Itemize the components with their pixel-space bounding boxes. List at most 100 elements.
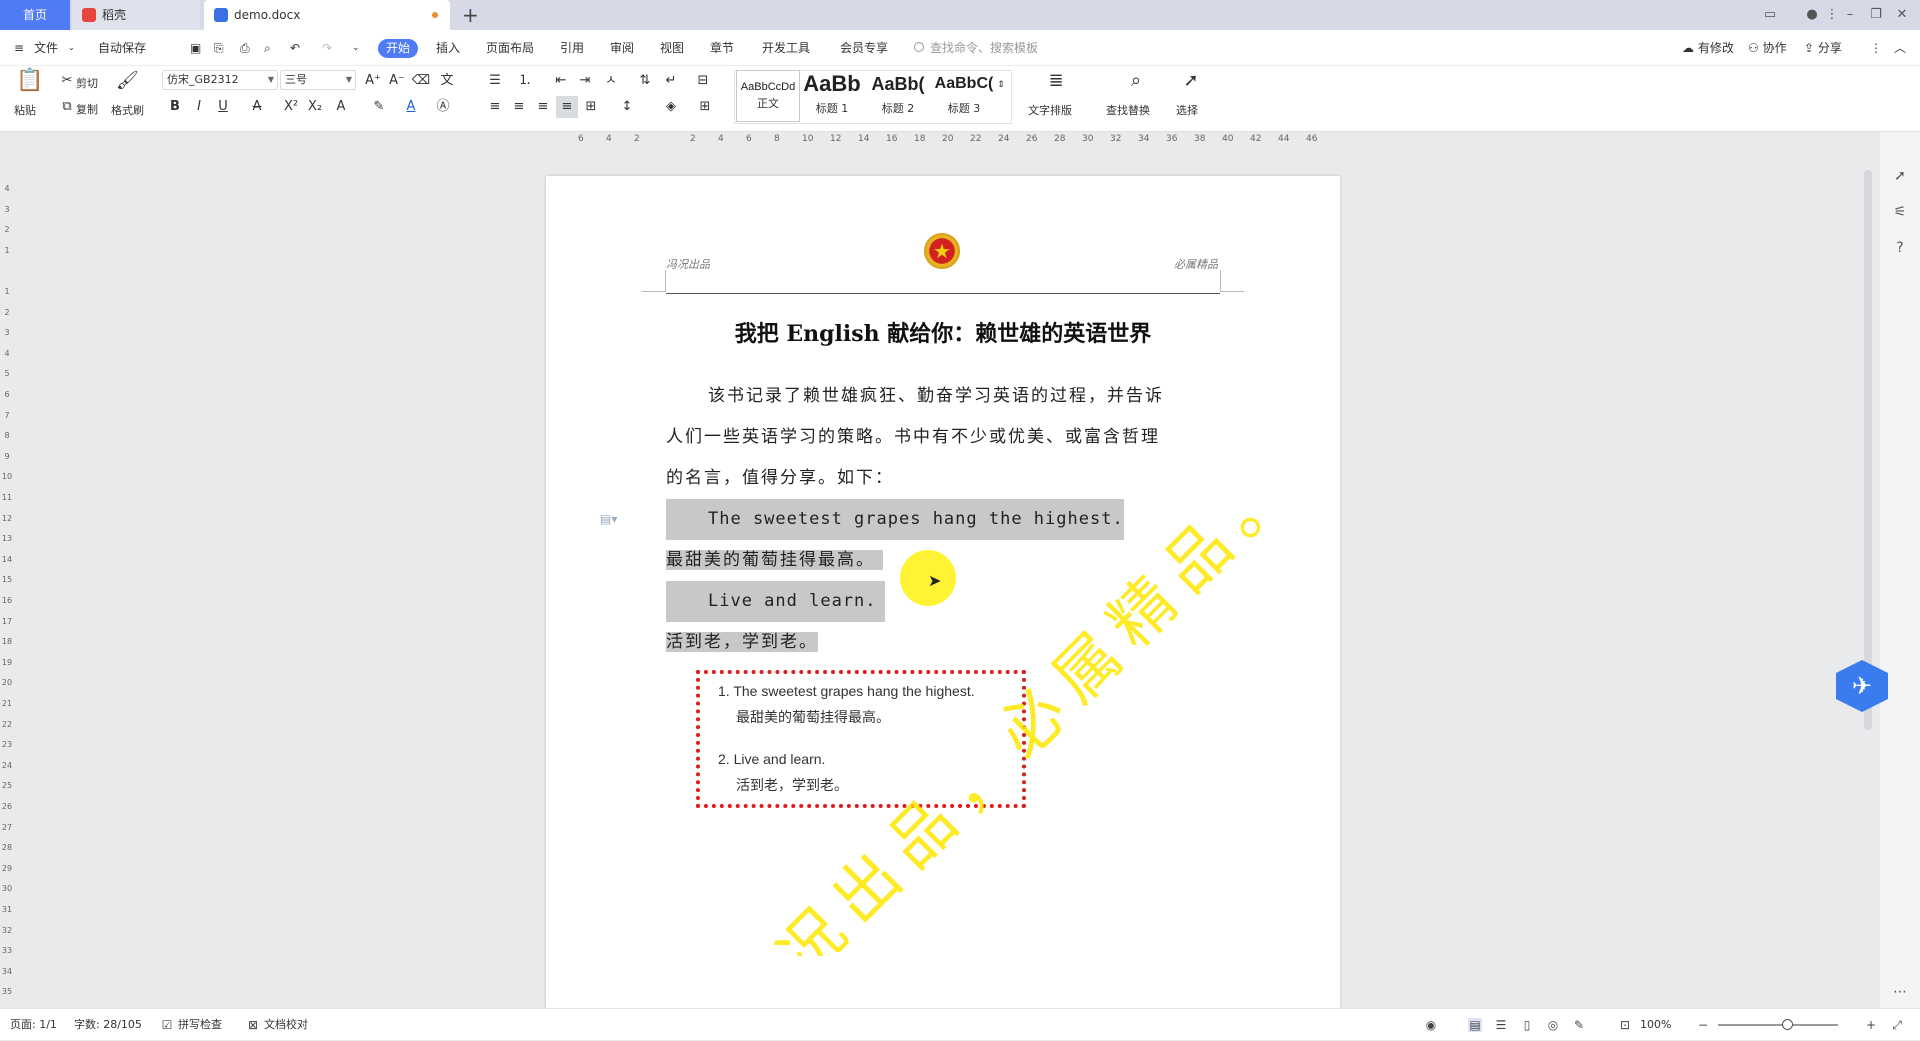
- style-heading1[interactable]: AaBb 标题 1: [800, 70, 864, 122]
- help-icon[interactable]: ?: [1890, 238, 1910, 258]
- close-icon[interactable]: ✕: [1894, 7, 1910, 23]
- list-item[interactable]: 2. Live and learn. 活到老，学到老。: [718, 746, 848, 798]
- justify-icon[interactable]: ≡: [556, 96, 578, 118]
- zoom-slider[interactable]: [1718, 1024, 1838, 1026]
- style-normal[interactable]: AaBbCcDd 正文: [736, 70, 800, 122]
- font-size-select[interactable]: 三号 ▼: [280, 70, 356, 90]
- zoom-in-icon[interactable]: +: [1864, 1018, 1878, 1032]
- collaborate-button[interactable]: ⚇ 协作: [1748, 30, 1787, 66]
- customize-icon[interactable]: ⌄: [352, 30, 360, 66]
- phonetic-icon[interactable]: 文: [436, 70, 458, 92]
- clear-format-icon[interactable]: ⌫: [410, 70, 432, 92]
- font-color-icon[interactable]: A: [400, 96, 422, 118]
- bullets-icon[interactable]: ☰: [484, 70, 506, 92]
- menu-developer[interactable]: 开发工具: [762, 30, 810, 66]
- redo-icon[interactable]: ↷: [322, 30, 332, 66]
- subscript-icon[interactable]: X₂: [304, 96, 326, 118]
- distribute-icon[interactable]: ⊞: [580, 96, 602, 118]
- borders-icon[interactable]: ⊞: [694, 96, 716, 118]
- paragraph-handle-icon[interactable]: ▤▾: [600, 512, 617, 528]
- tab-daoke[interactable]: 稻壳: [72, 0, 200, 30]
- reading-view-icon[interactable]: ▯: [1520, 1018, 1534, 1032]
- text-effect-icon[interactable]: A: [330, 96, 352, 118]
- write-mode-icon[interactable]: ✎: [1572, 1018, 1586, 1032]
- tab-home[interactable]: 首页: [0, 0, 70, 30]
- fullscreen-icon[interactable]: ⤢: [1890, 1018, 1904, 1032]
- word-count[interactable]: 字数: 28/105: [74, 1009, 142, 1041]
- vertical-ruler[interactable]: 4 3 2 1 1 2 3 4 5 6 7 8 9 10 11 12 13 14 15 16 17 18 19 20 21 22 2…: [0, 148, 14, 1008]
- highlight-icon[interactable]: ✎: [368, 96, 390, 118]
- find-replace-icon[interactable]: ⌕: [1122, 70, 1150, 92]
- format-painter-button[interactable]: 格式刷: [111, 102, 144, 118]
- menu-insert[interactable]: 插入: [436, 30, 460, 66]
- select-tool-icon[interactable]: ➚: [1890, 166, 1910, 186]
- menu-section[interactable]: 章节: [710, 30, 734, 66]
- show-marks-icon[interactable]: ↵: [660, 70, 682, 92]
- hamburger-icon[interactable]: ≡: [14, 30, 24, 66]
- increase-indent-icon[interactable]: ⇥: [574, 70, 596, 92]
- strikethrough-icon[interactable]: A: [246, 96, 268, 118]
- fit-page-icon[interactable]: ⊡: [1618, 1018, 1632, 1032]
- print-preview-icon[interactable]: ⌕: [264, 30, 271, 66]
- char-border-icon[interactable]: Ⓐ: [432, 96, 454, 118]
- new-tab-button[interactable]: +: [462, 3, 479, 27]
- quote2-zh-line[interactable]: 活到老，学到老。: [666, 622, 1226, 663]
- quote1-en-line[interactable]: The sweetest grapes hang the highest.: [666, 499, 1226, 540]
- page-view-icon[interactable]: ▤: [1468, 1018, 1482, 1032]
- text-layout-icon[interactable]: ≣: [1042, 70, 1070, 92]
- vertical-scrollbar[interactable]: [1862, 140, 1874, 1006]
- print-icon[interactable]: ⎙: [240, 30, 250, 66]
- more-options-icon[interactable]: ⋯: [1890, 982, 1910, 1002]
- web-view-icon[interactable]: ◎: [1546, 1018, 1560, 1032]
- zoom-out-icon[interactable]: −: [1696, 1018, 1710, 1032]
- layout-icon[interactable]: ▭: [1762, 7, 1778, 23]
- collapse-ribbon-icon[interactable]: ︿: [1894, 30, 1906, 66]
- style-heading3[interactable]: AaBbC( 标题 3: [932, 70, 996, 122]
- select-button[interactable]: 选择: [1176, 102, 1198, 118]
- menu-page-layout[interactable]: 页面布局: [486, 30, 534, 66]
- zoom-level[interactable]: 100%: [1640, 1009, 1671, 1041]
- zoom-slider-handle[interactable]: [1782, 1019, 1793, 1030]
- spell-check-button[interactable]: 拼写检查: [178, 1009, 222, 1041]
- italic-icon[interactable]: I: [188, 96, 210, 118]
- cut-icon[interactable]: ✂: [56, 70, 78, 92]
- intro-line-1[interactable]: 该书记录了赖世雄疯狂、勤奋学习英语的过程，并告诉: [666, 376, 1226, 417]
- shrink-font-icon[interactable]: A⁻: [386, 70, 408, 92]
- share-button[interactable]: ⇪ 分享: [1804, 30, 1842, 66]
- style-heading2[interactable]: AaBb( 标题 2: [866, 70, 930, 122]
- menu-file[interactable]: 文件: [34, 30, 58, 66]
- bold-icon[interactable]: B: [164, 96, 186, 118]
- more-icon[interactable]: ⋮: [1824, 7, 1840, 23]
- restore-icon[interactable]: ❐: [1868, 7, 1884, 23]
- align-center-icon[interactable]: ≡: [508, 96, 530, 118]
- menu-references[interactable]: 引用: [560, 30, 584, 66]
- list-item[interactable]: 1. The sweetest grapes hang the highest.…: [718, 678, 975, 730]
- copy-button[interactable]: 复制: [76, 101, 98, 117]
- intro-line-2[interactable]: 人们一些英语学习的策略。书中有不少或优美、或富含哲理: [666, 417, 1226, 458]
- export-icon[interactable]: ⎘: [214, 30, 224, 66]
- avatar-icon[interactable]: ●: [1804, 7, 1820, 23]
- menu-review[interactable]: 审阅: [610, 30, 634, 66]
- paste-button[interactable]: 粘贴: [14, 102, 36, 118]
- outline-view-icon[interactable]: ☰: [1494, 1018, 1508, 1032]
- undo-icon[interactable]: ↶: [290, 30, 300, 66]
- document-title[interactable]: 我把 English 献给你：赖世雄的英语世界: [546, 316, 1340, 348]
- format-painter-icon[interactable]: 🖌: [116, 70, 139, 92]
- menu-view[interactable]: 视图: [660, 30, 684, 66]
- changes-button[interactable]: ☁ 有修改: [1682, 30, 1734, 66]
- eye-protection-icon[interactable]: ◉: [1424, 1018, 1438, 1032]
- tab-stops-icon[interactable]: ⊟: [692, 70, 714, 92]
- style-scroll-icon[interactable]: ⇕: [994, 74, 1008, 96]
- align-right-icon[interactable]: ≡: [532, 96, 554, 118]
- menu-member[interactable]: 会员专享: [840, 30, 888, 66]
- select-cursor-icon[interactable]: ➚: [1180, 70, 1202, 92]
- page-indicator[interactable]: 页面: 1/1: [10, 1009, 57, 1041]
- scrollbar-thumb[interactable]: [1864, 170, 1872, 730]
- underline-icon[interactable]: U: [212, 96, 234, 118]
- chinese-layout-icon[interactable]: ㅅ: [600, 70, 622, 92]
- save-icon[interactable]: ▣: [190, 30, 201, 66]
- command-search-input[interactable]: 查找命令、搜索模板: [914, 39, 1038, 57]
- intro-line-3[interactable]: 的名言，值得分享。如下：: [666, 458, 1226, 499]
- cut-button[interactable]: 剪切: [76, 75, 98, 91]
- align-left-icon[interactable]: ≡: [484, 96, 506, 118]
